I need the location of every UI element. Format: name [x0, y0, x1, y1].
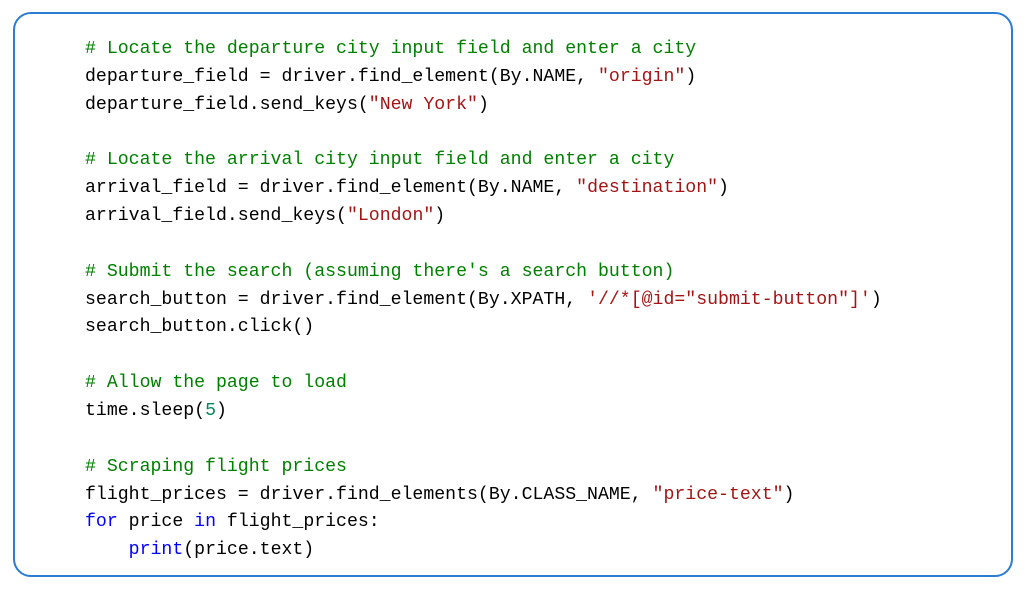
code-block: # Locate the departure city input field …: [13, 12, 1013, 577]
code-content: # Locate the departure city input field …: [85, 36, 981, 565]
